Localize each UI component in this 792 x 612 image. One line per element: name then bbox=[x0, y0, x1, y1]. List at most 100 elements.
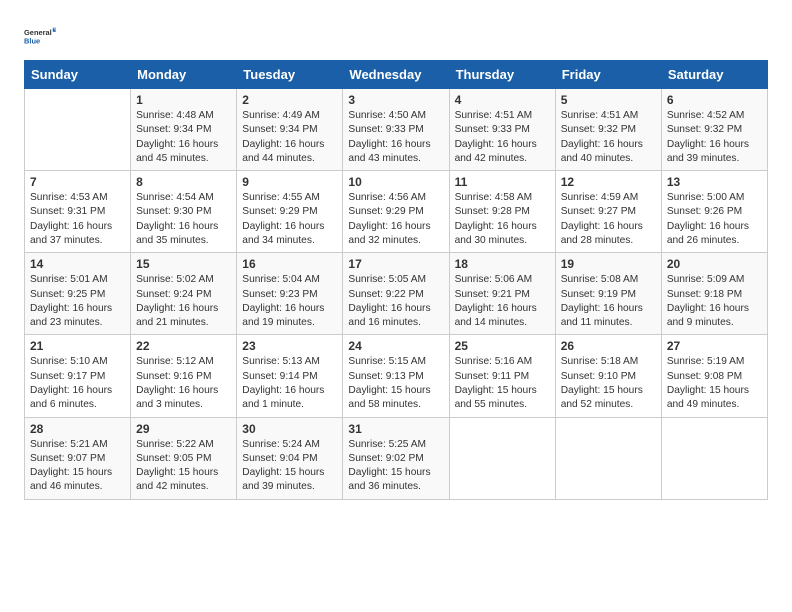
day-info: Sunrise: 5:04 AMSunset: 9:23 PMDaylight:… bbox=[242, 273, 337, 330]
day-number: 1 bbox=[136, 93, 231, 107]
day-number: 21 bbox=[30, 339, 125, 353]
day-info: Sunrise: 4:55 AMSunset: 9:29 PMDaylight:… bbox=[242, 191, 337, 248]
calendar-cell: 29 Sunrise: 5:22 AMSunset: 9:05 PMDayligh… bbox=[131, 417, 237, 499]
day-number: 30 bbox=[242, 422, 337, 436]
calendar-table: SundayMondayTuesdayWednesdayThursdayFrid… bbox=[24, 60, 768, 500]
weekday-header-monday: Monday bbox=[131, 61, 237, 89]
calendar-cell bbox=[661, 417, 767, 499]
logo: General Blue bbox=[24, 20, 56, 52]
svg-text:Blue: Blue bbox=[24, 36, 40, 45]
day-info: Sunrise: 4:49 AMSunset: 9:34 PMDaylight:… bbox=[242, 109, 337, 166]
calendar-cell: 12Sunrise: 4:59 AMSunset: 9:27 PMDayligh… bbox=[555, 171, 661, 253]
day-number: 8 bbox=[136, 175, 231, 189]
day-number: 2 bbox=[242, 93, 337, 107]
logo-svg: General Blue bbox=[24, 20, 56, 52]
calendar-cell bbox=[449, 417, 555, 499]
day-info: Sunrise: 4:51 AMSunset: 9:32 PMDaylight:… bbox=[561, 109, 656, 166]
calendar-cell: 15 Sunrise: 5:02 AMSunset: 9:24 PMDayligh… bbox=[131, 253, 237, 335]
calendar-cell: 14 Sunrise: 5:01 AMSunset: 9:25 PMDayligh… bbox=[25, 253, 131, 335]
day-info: Sunrise: 4:48 AMSunset: 9:34 PMDaylight:… bbox=[136, 109, 231, 166]
calendar-cell bbox=[555, 417, 661, 499]
calendar-cell: 2 Sunrise: 4:49 AMSunset: 9:34 PMDaylight… bbox=[237, 89, 343, 171]
day-info: Sunrise: 5:08 AMSunset: 9:19 PMDaylight:… bbox=[561, 273, 656, 330]
day-info: Sunrise: 4:58 AMSunset: 9:28 PMDaylight:… bbox=[455, 191, 550, 248]
weekday-header-thursday: Thursday bbox=[449, 61, 555, 89]
day-info: Sunrise: 5:16 AMSunset: 9:11 PMDaylight:… bbox=[455, 355, 550, 412]
calendar-cell bbox=[25, 89, 131, 171]
day-number: 14 bbox=[30, 257, 125, 271]
day-number: 19 bbox=[561, 257, 656, 271]
calendar-cell: 20Sunrise: 5:09 AMSunset: 9:18 PMDayligh… bbox=[661, 253, 767, 335]
day-info: Sunrise: 5:09 AMSunset: 9:18 PMDaylight:… bbox=[667, 273, 762, 330]
calendar-week-row: 14 Sunrise: 5:01 AMSunset: 9:25 PMDayligh… bbox=[25, 253, 768, 335]
calendar-cell: 23Sunrise: 5:13 AMSunset: 9:14 PMDayligh… bbox=[237, 335, 343, 417]
day-info: Sunrise: 5:18 AMSunset: 9:10 PMDaylight:… bbox=[561, 355, 656, 412]
day-info: Sunrise: 5:22 AMSunset: 9:05 PMDaylight:… bbox=[136, 438, 231, 495]
day-info: Sunrise: 5:06 AMSunset: 9:21 PMDaylight:… bbox=[455, 273, 550, 330]
calendar-cell: 5 Sunrise: 4:51 AMSunset: 9:32 PMDaylight… bbox=[555, 89, 661, 171]
calendar-week-row: 21 Sunrise: 5:10 AMSunset: 9:17 PMDayligh… bbox=[25, 335, 768, 417]
weekday-header-friday: Friday bbox=[555, 61, 661, 89]
weekday-header-saturday: Saturday bbox=[661, 61, 767, 89]
day-info: Sunrise: 5:02 AMSunset: 9:24 PMDaylight:… bbox=[136, 273, 231, 330]
weekday-header-wednesday: Wednesday bbox=[343, 61, 449, 89]
calendar-cell: 26 Sunrise: 5:18 AMSunset: 9:10 PMDayligh… bbox=[555, 335, 661, 417]
day-number: 31 bbox=[348, 422, 443, 436]
day-number: 5 bbox=[561, 93, 656, 107]
day-number: 29 bbox=[136, 422, 231, 436]
day-number: 3 bbox=[348, 93, 443, 107]
calendar-week-row: 1 Sunrise: 4:48 AMSunset: 9:34 PMDaylight… bbox=[25, 89, 768, 171]
day-info: Sunrise: 5:00 AMSunset: 9:26 PMDaylight:… bbox=[667, 191, 762, 248]
calendar-cell: 22Sunrise: 5:12 AMSunset: 9:16 PMDayligh… bbox=[131, 335, 237, 417]
day-number: 18 bbox=[455, 257, 550, 271]
day-info: Sunrise: 4:52 AMSunset: 9:32 PMDaylight:… bbox=[667, 109, 762, 166]
calendar-cell: 30 Sunrise: 5:24 AMSunset: 9:04 PMDayligh… bbox=[237, 417, 343, 499]
day-number: 27 bbox=[667, 339, 762, 353]
day-number: 24 bbox=[348, 339, 443, 353]
calendar-cell: 3 Sunrise: 4:50 AMSunset: 9:33 PMDaylight… bbox=[343, 89, 449, 171]
day-info: Sunrise: 5:01 AMSunset: 9:25 PMDaylight:… bbox=[30, 273, 125, 330]
calendar-cell: 7 Sunrise: 4:53 AMSunset: 9:31 PMDaylight… bbox=[25, 171, 131, 253]
day-info: Sunrise: 5:24 AMSunset: 9:04 PMDaylight:… bbox=[242, 438, 337, 495]
weekday-header-tuesday: Tuesday bbox=[237, 61, 343, 89]
calendar-cell: 17 Sunrise: 5:05 AMSunset: 9:22 PMDayligh… bbox=[343, 253, 449, 335]
calendar-cell: 24Sunrise: 5:15 AMSunset: 9:13 PMDayligh… bbox=[343, 335, 449, 417]
day-number: 9 bbox=[242, 175, 337, 189]
day-number: 6 bbox=[667, 93, 762, 107]
page-header: General Blue bbox=[24, 20, 768, 52]
day-number: 7 bbox=[30, 175, 125, 189]
day-number: 22 bbox=[136, 339, 231, 353]
day-number: 11 bbox=[455, 175, 550, 189]
weekday-header-sunday: Sunday bbox=[25, 61, 131, 89]
day-info: Sunrise: 5:19 AMSunset: 9:08 PMDaylight:… bbox=[667, 355, 762, 412]
svg-text:General: General bbox=[24, 28, 52, 37]
calendar-cell: 25Sunrise: 5:16 AMSunset: 9:11 PMDayligh… bbox=[449, 335, 555, 417]
day-info: Sunrise: 4:56 AMSunset: 9:29 PMDaylight:… bbox=[348, 191, 443, 248]
day-info: Sunrise: 4:53 AMSunset: 9:31 PMDaylight:… bbox=[30, 191, 125, 248]
calendar-cell: 13 Sunrise: 5:00 AMSunset: 9:26 PMDayligh… bbox=[661, 171, 767, 253]
day-number: 13 bbox=[667, 175, 762, 189]
calendar-cell: 10 Sunrise: 4:56 AMSunset: 9:29 PMDayligh… bbox=[343, 171, 449, 253]
day-info: Sunrise: 5:21 AMSunset: 9:07 PMDaylight:… bbox=[30, 438, 125, 495]
day-number: 15 bbox=[136, 257, 231, 271]
calendar-week-row: 28Sunrise: 5:21 AMSunset: 9:07 PMDayligh… bbox=[25, 417, 768, 499]
calendar-cell: 6 Sunrise: 4:52 AMSunset: 9:32 PMDaylight… bbox=[661, 89, 767, 171]
day-info: Sunrise: 4:50 AMSunset: 9:33 PMDaylight:… bbox=[348, 109, 443, 166]
calendar-week-row: 7 Sunrise: 4:53 AMSunset: 9:31 PMDaylight… bbox=[25, 171, 768, 253]
day-number: 4 bbox=[455, 93, 550, 107]
day-number: 10 bbox=[348, 175, 443, 189]
calendar-cell: 9 Sunrise: 4:55 AMSunset: 9:29 PMDaylight… bbox=[237, 171, 343, 253]
day-info: Sunrise: 5:10 AMSunset: 9:17 PMDaylight:… bbox=[30, 355, 125, 412]
weekday-header-row: SundayMondayTuesdayWednesdayThursdayFrid… bbox=[25, 61, 768, 89]
calendar-cell: 18 Sunrise: 5:06 AMSunset: 9:21 PMDayligh… bbox=[449, 253, 555, 335]
day-number: 12 bbox=[561, 175, 656, 189]
day-number: 26 bbox=[561, 339, 656, 353]
calendar-cell: 28Sunrise: 5:21 AMSunset: 9:07 PMDayligh… bbox=[25, 417, 131, 499]
calendar-cell: 8 Sunrise: 4:54 AMSunset: 9:30 PMDaylight… bbox=[131, 171, 237, 253]
day-number: 17 bbox=[348, 257, 443, 271]
day-info: Sunrise: 4:54 AMSunset: 9:30 PMDaylight:… bbox=[136, 191, 231, 248]
calendar-cell: 1 Sunrise: 4:48 AMSunset: 9:34 PMDaylight… bbox=[131, 89, 237, 171]
day-info: Sunrise: 5:25 AMSunset: 9:02 PMDaylight:… bbox=[348, 438, 443, 495]
day-number: 23 bbox=[242, 339, 337, 353]
day-info: Sunrise: 5:05 AMSunset: 9:22 PMDaylight:… bbox=[348, 273, 443, 330]
